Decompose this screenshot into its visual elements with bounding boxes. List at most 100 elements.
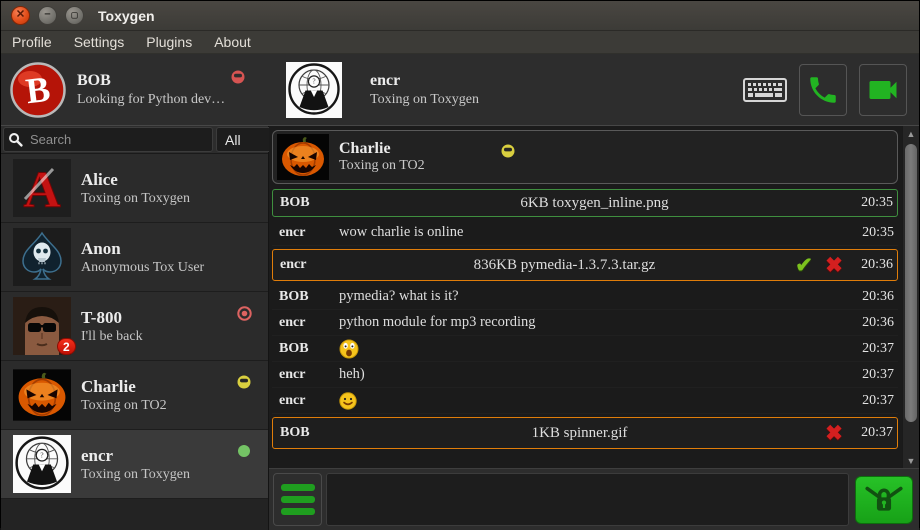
message-time: 20:37 <box>850 341 898 357</box>
message-author: encr <box>272 367 339 383</box>
message-text: python module for mp3 recording <box>339 314 536 331</box>
toxygen-window: ✕ − ▢ Toxygen Profile Settings Plugins A… <box>0 0 920 528</box>
message-text: pymedia? what is it? <box>339 288 459 305</box>
message-row: BOB 20:37 <box>272 336 898 362</box>
message-input[interactable] <box>326 473 849 526</box>
message-row: encrwow charlie is online 20:35 <box>272 220 898 246</box>
search-icon <box>8 132 23 147</box>
message-time: 20:37 <box>849 425 897 441</box>
cancel-transfer-button[interactable]: ✖ <box>819 423 849 444</box>
contact-list: AAliceToxing on ToxygenAnonAnonymous Tox… <box>1 154 268 530</box>
message-author: BOB <box>272 289 339 305</box>
close-button[interactable]: ✕ <box>11 6 30 25</box>
message-time: 20:36 <box>850 289 898 305</box>
message-list: BOB6KB toxygen_inline.png20:35encrwow ch… <box>269 189 919 449</box>
minimize-icon: − <box>44 10 50 21</box>
close-icon: ✕ <box>16 10 25 21</box>
titlebar[interactable]: ✕ − ▢ Toxygen <box>1 1 919 31</box>
menu-plugins[interactable]: Plugins <box>135 31 203 53</box>
contact-info: CharlieToxing on TO2 <box>81 377 167 414</box>
status-online-icon <box>237 444 252 459</box>
keyboard-icon[interactable] <box>743 77 787 103</box>
sidebar: All ▼ AAliceToxing on ToxygenAnonAnonymo… <box>1 126 269 530</box>
filter-value: All <box>225 132 241 148</box>
search-row: All ▼ <box>1 126 268 154</box>
main-area: All ▼ AAliceToxing on ToxygenAnonAnonymo… <box>1 126 919 530</box>
self-info: BOB Looking for Python dev… <box>77 72 225 108</box>
message-text: 836KB pymedia-1.3.7.3.tar.gz <box>474 257 656 274</box>
hamburger-icon <box>281 484 315 491</box>
contact-avatar <box>13 228 71 286</box>
status-away-icon <box>237 375 252 390</box>
status-busy-ring-icon <box>237 306 252 321</box>
contact-status-message: I'll be back <box>81 329 143 345</box>
contact-item-alice[interactable]: A AliceToxing on Toxygen <box>1 154 268 223</box>
active-contact-header: ? encr Toxing on Toxygen <box>269 54 743 125</box>
send-button[interactable] <box>855 476 913 524</box>
contact-name: T-800 <box>81 308 143 328</box>
scroll-up-icon[interactable]: ▲ <box>903 126 919 141</box>
svg-text:?: ? <box>40 451 43 459</box>
menu-about[interactable]: About <box>203 31 262 53</box>
menu-settings[interactable]: Settings <box>63 31 136 53</box>
active-contact-name: encr <box>370 72 479 90</box>
status-busy-icon[interactable] <box>231 70 245 84</box>
message-author: encr <box>272 393 339 409</box>
maximize-button[interactable]: ▢ <box>65 6 84 25</box>
contact-status-message: Toxing on Toxygen <box>81 191 190 207</box>
self-status-message: Looking for Python dev… <box>77 92 225 108</box>
self-profile[interactable]: B BOB Looking for Python dev… <box>1 54 269 125</box>
contact-name: Anon <box>81 239 204 259</box>
self-avatar[interactable]: B <box>9 61 67 119</box>
message-author: BOB <box>272 341 339 357</box>
scrollbar-thumb[interactable] <box>905 144 917 422</box>
active-contact-avatar: ? <box>286 62 342 118</box>
peer-status-message: Toxing on TO2 <box>339 158 425 174</box>
contact-item-encr[interactable]: ?encrToxing on Toxygen <box>1 430 268 499</box>
menu-profile[interactable]: Profile <box>1 31 63 53</box>
video-camera-icon <box>865 72 901 108</box>
contact-item-charlie[interactable]: CharlieToxing on TO2 <box>1 361 268 430</box>
search-box <box>3 127 213 152</box>
video-call-button[interactable] <box>859 64 907 116</box>
message-author: BOB <box>273 195 340 211</box>
contact-item-anon[interactable]: AnonAnonymous Tox User <box>1 223 268 292</box>
file-transfer-row: encr836KB pymedia-1.3.7.3.tar.gz✔✖20:36 <box>272 249 898 281</box>
unread-badge: 2 <box>57 338 76 355</box>
message-text: wow charlie is online <box>339 224 463 241</box>
message-author: BOB <box>273 425 340 441</box>
svg-text:B: B <box>24 68 53 111</box>
maximize-icon: ▢ <box>71 11 79 19</box>
peer-name: Charlie <box>339 140 425 158</box>
active-contact-info: encr Toxing on Toxygen <box>370 72 479 108</box>
contact-avatar <box>13 366 71 424</box>
chat-pane: Charlie Toxing on TO2 BOB6KB toxygen_inl… <box>269 126 919 530</box>
message-author: encr <box>273 257 340 273</box>
message-row: encr20:37 <box>272 388 898 414</box>
audio-call-button[interactable] <box>799 64 847 116</box>
message-author: encr <box>272 225 339 241</box>
scrollbar[interactable]: ▲ ▼ <box>902 126 919 468</box>
message-text: 1KB spinner.gif <box>532 425 628 442</box>
status-away-icon <box>501 144 515 158</box>
contact-name: Alice <box>81 170 190 190</box>
contact-avatar: A <box>13 159 71 217</box>
window-title: Toxygen <box>98 8 155 24</box>
attach-menu-button[interactable] <box>273 473 322 526</box>
chat-peer-card[interactable]: Charlie Toxing on TO2 <box>272 130 898 184</box>
minimize-button[interactable]: − <box>38 6 57 25</box>
message-author: encr <box>272 315 339 331</box>
message-row: encrpython module for mp3 recording20:36 <box>272 310 898 336</box>
search-input[interactable] <box>28 131 208 148</box>
svg-text:?: ? <box>312 77 315 85</box>
message-row: encrheh)20:37 <box>272 362 898 388</box>
cancel-transfer-button[interactable]: ✖ <box>819 255 849 276</box>
accept-transfer-button[interactable]: ✔ <box>789 255 819 276</box>
peer-avatar <box>277 134 329 180</box>
contact-status-message: Toxing on Toxygen <box>81 467 190 483</box>
contact-item-t-800[interactable]: T-800I'll be back 2 <box>1 292 268 361</box>
message-time: 20:35 <box>850 225 898 241</box>
file-transfer-row: BOB6KB toxygen_inline.png20:35 <box>272 189 898 217</box>
smiley-smile-icon <box>339 392 357 410</box>
scroll-down-icon[interactable]: ▼ <box>903 453 919 468</box>
